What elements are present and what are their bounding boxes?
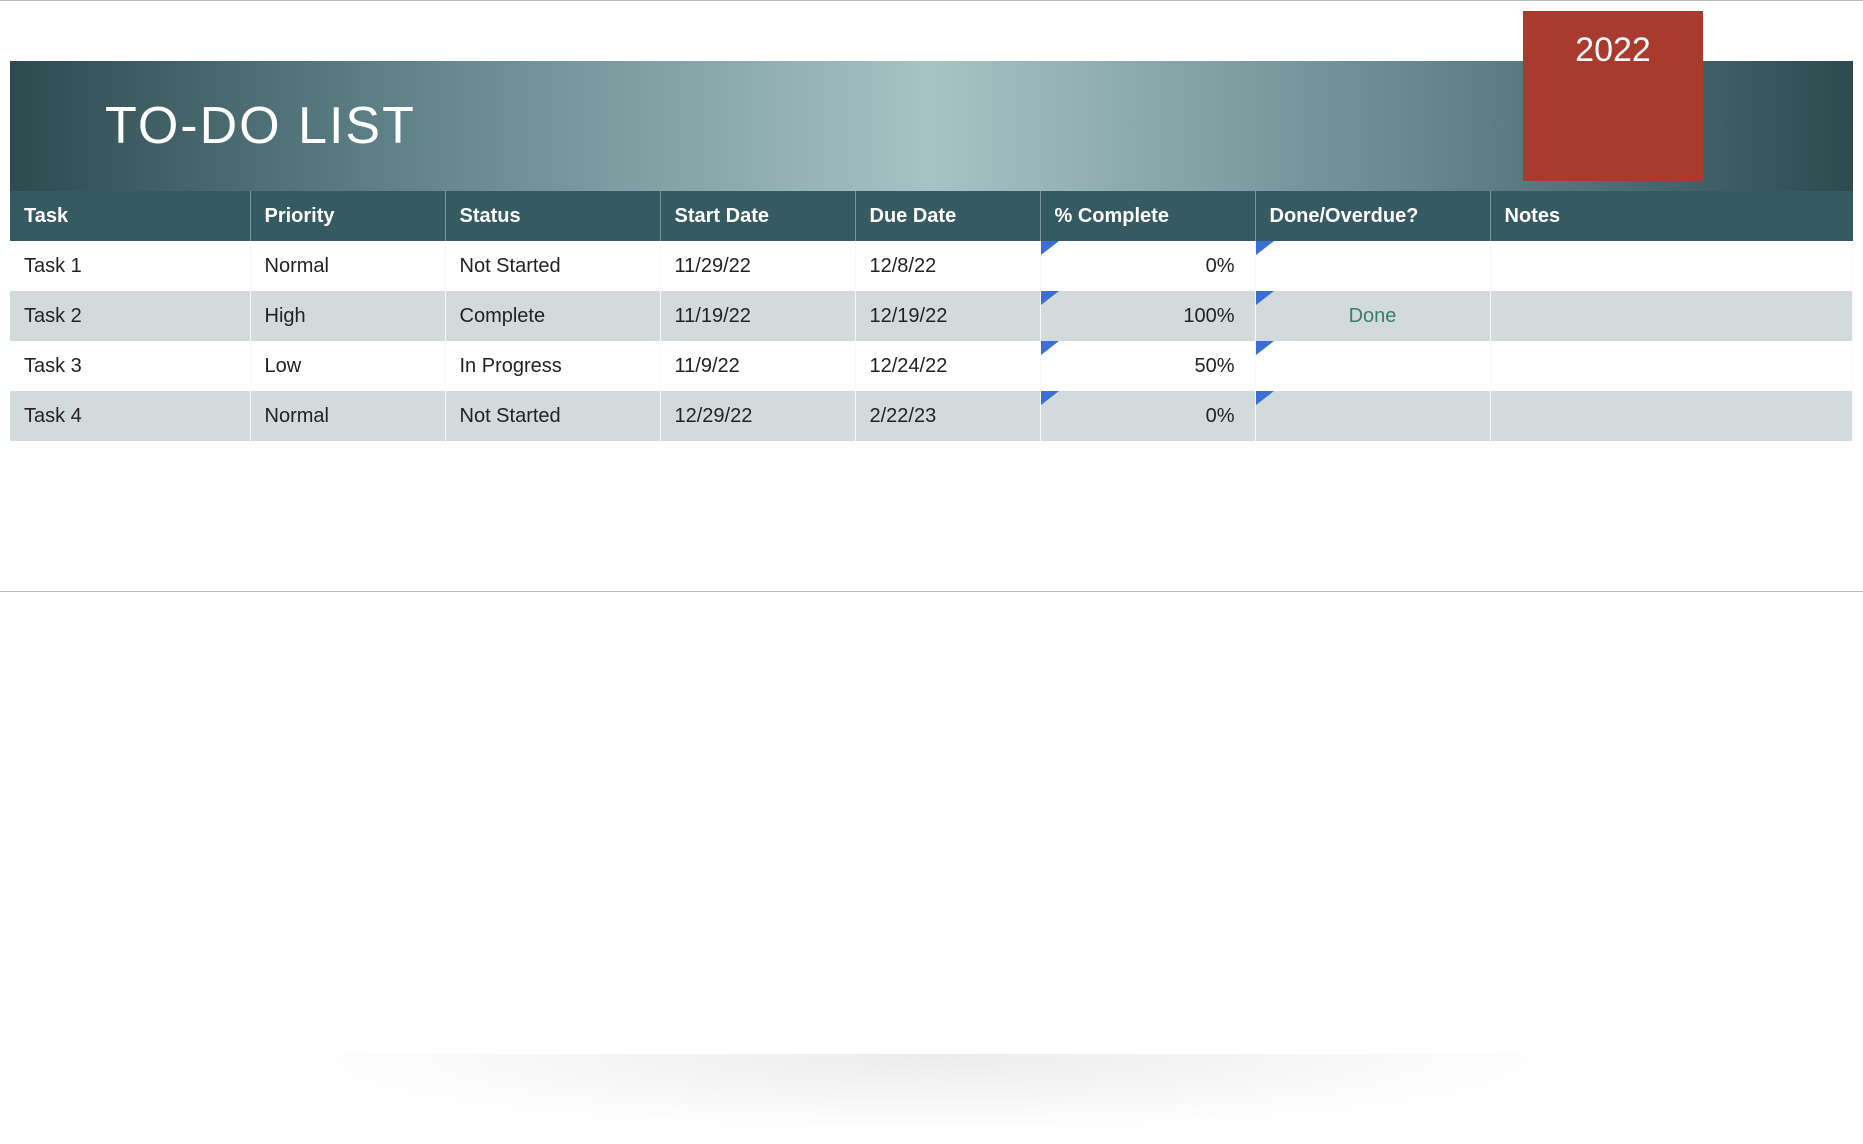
cell-task[interactable]: Task 4 (10, 391, 250, 441)
cell-due-date[interactable]: 12/24/22 (855, 341, 1040, 391)
todo-table-wrap: Task Priority Status Start Date Due Date… (10, 191, 1853, 441)
cell-done-overdue[interactable] (1255, 241, 1490, 291)
cell-task[interactable]: Task 3 (10, 341, 250, 391)
cell-priority[interactable]: Low (250, 341, 445, 391)
cell-status[interactable]: Not Started (445, 391, 660, 441)
cell-status[interactable]: Not Started (445, 241, 660, 291)
cell-task[interactable]: Task 2 (10, 291, 250, 341)
cell-pct-complete[interactable]: 50% (1040, 341, 1255, 391)
cell-pct-complete[interactable]: 100% (1040, 291, 1255, 341)
col-header-task[interactable]: Task (10, 191, 250, 241)
cell-done-overdue[interactable] (1255, 391, 1490, 441)
col-header-pct-complete[interactable]: % Complete (1040, 191, 1255, 241)
cell-notes[interactable] (1490, 391, 1853, 441)
page-shadow (279, 1054, 1583, 1134)
cell-due-date[interactable]: 12/19/22 (855, 291, 1040, 341)
cell-pct-complete[interactable]: 0% (1040, 241, 1255, 291)
cell-start-date[interactable]: 12/29/22 (660, 391, 855, 441)
cell-due-date[interactable]: 12/8/22 (855, 241, 1040, 291)
col-header-notes[interactable]: Notes (1490, 191, 1853, 241)
cell-task[interactable]: Task 1 (10, 241, 250, 291)
year-text: 2022 (1575, 31, 1651, 69)
todo-table: Task Priority Status Start Date Due Date… (10, 191, 1853, 441)
table-row[interactable]: Task 3 Low In Progress 11/9/22 12/24/22 … (10, 341, 1853, 391)
cell-notes[interactable] (1490, 241, 1853, 291)
cell-due-date[interactable]: 2/22/23 (855, 391, 1040, 441)
col-header-start-date[interactable]: Start Date (660, 191, 855, 241)
cell-done-overdue[interactable] (1255, 341, 1490, 391)
cell-status[interactable]: In Progress (445, 341, 660, 391)
col-header-status[interactable]: Status (445, 191, 660, 241)
cell-priority[interactable]: Normal (250, 241, 445, 291)
table-row[interactable]: Task 4 Normal Not Started 12/29/22 2/22/… (10, 391, 1853, 441)
cell-priority[interactable]: High (250, 291, 445, 341)
cell-done-overdue[interactable]: Done (1255, 291, 1490, 341)
cell-pct-complete[interactable]: 0% (1040, 391, 1255, 441)
document-canvas: 2022 TO-DO LIST Task Priority Statu (0, 0, 1863, 592)
header-area: 2022 TO-DO LIST (0, 1, 1863, 191)
table-header-row: Task Priority Status Start Date Due Date… (10, 191, 1853, 241)
cell-notes[interactable] (1490, 341, 1853, 391)
cell-start-date[interactable]: 11/19/22 (660, 291, 855, 341)
cell-priority[interactable]: Normal (250, 391, 445, 441)
cell-start-date[interactable]: 11/9/22 (660, 341, 855, 391)
table-row[interactable]: Task 1 Normal Not Started 11/29/22 12/8/… (10, 241, 1853, 291)
page-title: TO-DO LIST (105, 96, 416, 156)
col-header-priority[interactable]: Priority (250, 191, 445, 241)
year-badge: 2022 (1523, 11, 1703, 181)
table-row[interactable]: Task 2 High Complete 11/19/22 12/19/22 1… (10, 291, 1853, 341)
cell-status[interactable]: Complete (445, 291, 660, 341)
cell-notes[interactable] (1490, 291, 1853, 341)
cell-start-date[interactable]: 11/29/22 (660, 241, 855, 291)
col-header-due-date[interactable]: Due Date (855, 191, 1040, 241)
col-header-done-overdue[interactable]: Done/Overdue? (1255, 191, 1490, 241)
